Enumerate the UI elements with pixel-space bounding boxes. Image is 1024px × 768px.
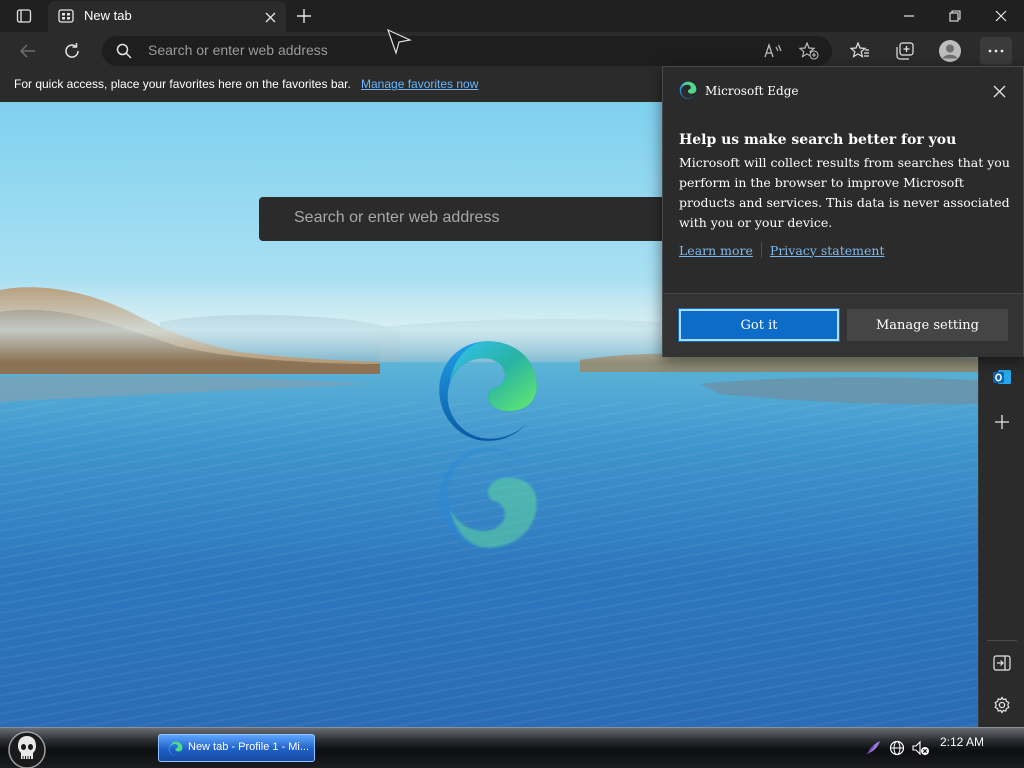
- plus-icon: [995, 415, 1009, 429]
- privacy-statement-link[interactable]: Privacy statement: [770, 243, 885, 258]
- more-dots-icon: [988, 49, 1004, 53]
- popup-app-name: Microsoft Edge: [705, 84, 799, 98]
- search-icon: [116, 43, 132, 59]
- tab-strip: New tab: [0, 0, 1024, 32]
- taskbar-item-edge[interactable]: New tab - Profile 1 - Mi...: [158, 734, 315, 762]
- taskbar: New tab - Profile 1 - Mi... 2:12 AM: [0, 727, 1024, 768]
- address-bar[interactable]: Search or enter web address: [102, 36, 832, 66]
- address-input[interactable]: Search or enter web address: [148, 42, 328, 58]
- search-feedback-popup: Microsoft Edge Help us make search bette…: [662, 66, 1024, 357]
- outlook-icon: [993, 370, 1011, 384]
- tab-close-button[interactable]: [262, 9, 278, 25]
- toolbar: Search or enter web address: [0, 32, 1024, 70]
- more-button[interactable]: [980, 37, 1012, 65]
- favorites-icon: [850, 42, 869, 58]
- manage-setting-button[interactable]: Manage setting: [847, 309, 1008, 341]
- star-plus-icon: [799, 42, 819, 60]
- profile-button[interactable]: [935, 37, 965, 65]
- manage-favorites-link[interactable]: Manage favorites now: [361, 77, 478, 91]
- back-arrow-icon: [19, 44, 35, 58]
- favorites-button[interactable]: [845, 37, 875, 65]
- plus-icon: [297, 9, 311, 23]
- page-search-box[interactable]: Search or enter web address: [259, 197, 679, 241]
- sidebar-settings-button[interactable]: [988, 691, 1016, 719]
- close-icon: [265, 12, 275, 22]
- tray-network-icon[interactable]: [888, 739, 906, 757]
- new-tab-button[interactable]: [292, 5, 316, 27]
- new-tab-favicon-icon: [58, 9, 74, 23]
- page-search-input[interactable]: Search or enter web address: [294, 209, 499, 227]
- edge-logo-icon: [168, 741, 183, 756]
- minimize-icon: [904, 15, 914, 17]
- volume-muted-icon: [912, 740, 929, 756]
- popup-links: Learn more Privacy statement: [679, 242, 884, 258]
- read-aloud-button[interactable]: [760, 40, 786, 62]
- tab-new-tab[interactable]: New tab: [48, 1, 286, 32]
- globe-icon: [889, 740, 905, 756]
- start-button[interactable]: [4, 728, 50, 768]
- profile-avatar-icon: [939, 40, 961, 62]
- window-close-button[interactable]: [978, 0, 1024, 32]
- tray-feather-icon[interactable]: [864, 739, 882, 757]
- tray-volume-icon[interactable]: [912, 739, 930, 757]
- restore-button[interactable]: [932, 0, 978, 32]
- edge-logo-icon: [679, 81, 697, 99]
- collections-icon: [896, 42, 914, 60]
- tab-actions-button[interactable]: [10, 6, 38, 26]
- edge-window: New tab Search or enter web address For …: [0, 0, 1024, 768]
- taskbar-clock[interactable]: 2:12 AM: [940, 735, 984, 749]
- popup-body-text: Microsoft will collect results from sear…: [679, 155, 1010, 230]
- sidebar-hide-button[interactable]: [988, 649, 1016, 677]
- learn-more-link[interactable]: Learn more: [679, 243, 753, 258]
- refresh-icon: [65, 43, 79, 58]
- gear-icon: [994, 696, 1010, 714]
- close-icon: [993, 85, 1005, 97]
- mouse-cursor-icon: [386, 28, 412, 56]
- edge-logo-icon: [439, 341, 537, 441]
- favorites-bar-message: For quick access, place your favorites h…: [14, 77, 351, 91]
- popup-footer: Got it Manage setting: [663, 293, 1023, 357]
- link-separator: [760, 242, 762, 258]
- sidebar-divider: [987, 640, 1017, 641]
- edge-logo-reflection: [439, 448, 537, 548]
- minimize-button[interactable]: [886, 0, 932, 32]
- add-favorite-button[interactable]: [796, 40, 822, 62]
- tab-actions-icon: [16, 9, 32, 23]
- tab-title: New tab: [84, 8, 132, 23]
- hide-sidebar-icon: [993, 655, 1011, 671]
- back-button[interactable]: [13, 37, 43, 65]
- popup-close-button[interactable]: [991, 83, 1007, 99]
- refresh-button[interactable]: [57, 37, 87, 65]
- taskbar-item-label: New tab - Profile 1 - Mi...: [188, 741, 310, 753]
- collections-button[interactable]: [890, 37, 920, 65]
- popup-heading: Help us make search better for you: [679, 132, 957, 148]
- read-aloud-icon: [764, 43, 782, 58]
- feather-icon: [866, 741, 880, 755]
- close-icon: [995, 10, 1007, 22]
- sidebar-outlook-button[interactable]: [988, 363, 1016, 391]
- got-it-button[interactable]: Got it: [678, 308, 840, 342]
- sidebar-add-button[interactable]: [988, 408, 1016, 436]
- restore-icon: [949, 10, 961, 22]
